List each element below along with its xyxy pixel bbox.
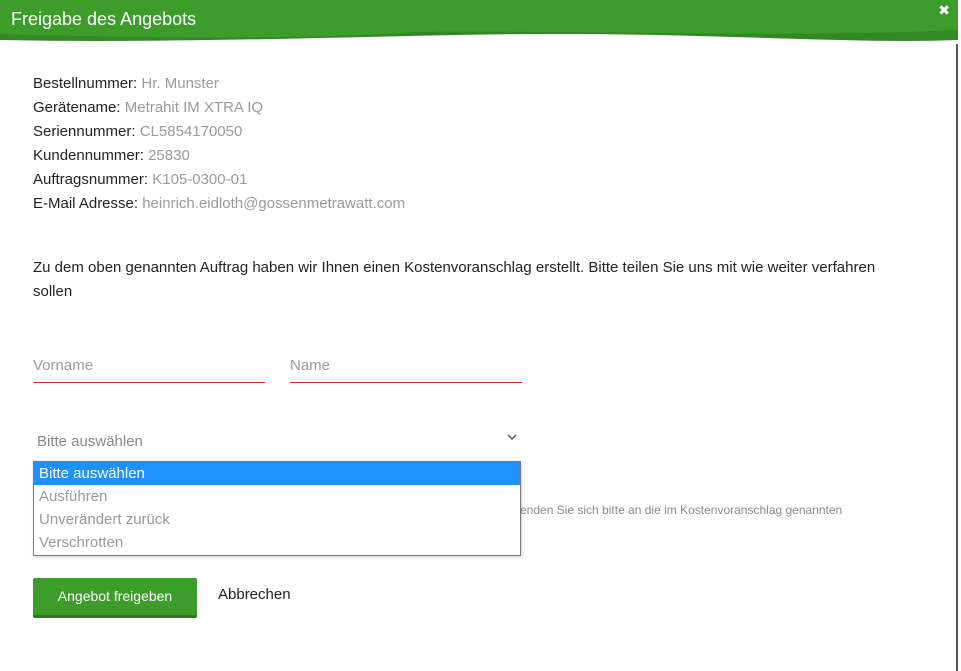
- lastname-field: [290, 350, 522, 383]
- info-label: Seriennummer: [33, 123, 132, 140]
- chevron-down-icon: [507, 434, 517, 441]
- release-offer-button[interactable]: Angebot freigeben: [33, 578, 197, 618]
- lastname-input[interactable]: [290, 350, 522, 380]
- info-value: CL5854170050: [139, 123, 243, 140]
- close-icon[interactable]: ✖: [938, 2, 950, 19]
- select-value: Bitte auswählen: [37, 433, 143, 450]
- option-scrap[interactable]: Verschrotten: [34, 531, 520, 554]
- info-value: Metrahit IM XTRA IQ: [124, 99, 264, 116]
- info-label: Auftragsnummer: [33, 171, 144, 188]
- intro-text: Zu dem oben genannten Auftrag haben wir …: [33, 259, 876, 300]
- info-value: K105-0300-01: [152, 171, 248, 188]
- info-value: Hr. Munster: [141, 75, 219, 92]
- info-label: Bestellnummer: [33, 75, 134, 92]
- info-row-device-name: Gerätename: Metrahit IM XTRA IQ: [33, 96, 405, 120]
- info-row-customer-number: Kundennummer: 25830: [33, 144, 405, 168]
- info-label: Kundennummer: [33, 147, 140, 164]
- firstname-input[interactable]: [33, 350, 265, 380]
- option-return-unchanged[interactable]: Unverändert zurück: [34, 508, 520, 531]
- order-info: Bestellnummer: Hr. Munster Gerätename: M…: [33, 72, 405, 216]
- option-execute[interactable]: Ausführen: [34, 485, 520, 508]
- info-separator: :: [116, 99, 125, 116]
- note-text: enden Sie sich bitte an die im Kostenvor…: [520, 503, 843, 517]
- info-separator: :: [133, 195, 143, 212]
- action-dropdown-list: Bitte auswählen Ausführen Unverändert zu…: [33, 461, 521, 556]
- firstname-field: [33, 350, 265, 383]
- info-label: E-Mail Adresse: [33, 195, 134, 212]
- dialog-header: Freigabe des Angebots ✖: [0, 0, 958, 44]
- info-value: 25830: [148, 147, 190, 164]
- info-separator: :: [143, 171, 153, 188]
- info-label: Gerätename: [33, 99, 117, 116]
- info-separator: :: [131, 123, 140, 140]
- cancel-button[interactable]: Abbrechen: [218, 586, 291, 603]
- action-select[interactable]: Bitte auswählen: [33, 428, 521, 456]
- option-please-select[interactable]: Bitte auswählen: [34, 462, 520, 485]
- info-separator: :: [139, 147, 149, 164]
- dialog-title: Freigabe des Angebots: [11, 9, 197, 29]
- info-row-email: E-Mail Adresse: heinrich.eidloth@gossenm…: [33, 192, 405, 216]
- info-row-order-number: Bestellnummer: Hr. Munster: [33, 72, 405, 96]
- release-offer-dialog: Freigabe des Angebots ✖ Bestellnummer: H…: [0, 0, 958, 671]
- info-value: heinrich.eidloth@gossenmetrawatt.com: [142, 195, 406, 212]
- info-row-job-number: Auftragsnummer: K105-0300-01: [33, 168, 405, 192]
- info-row-serial-number: Seriennummer: CL5854170050: [33, 120, 405, 144]
